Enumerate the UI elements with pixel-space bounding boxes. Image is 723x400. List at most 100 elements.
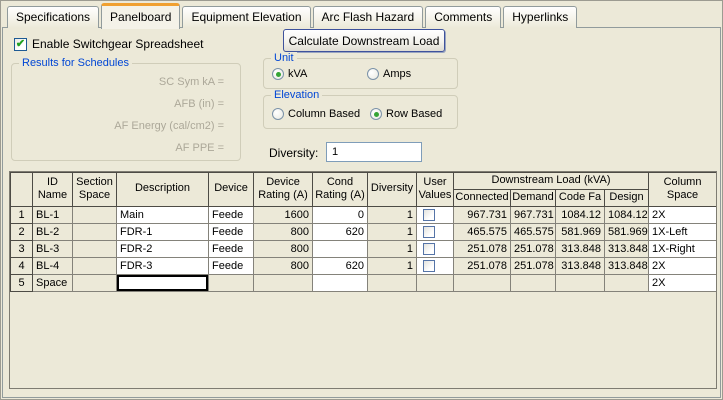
user-values-checkbox[interactable] [423, 260, 435, 272]
cell-column-space[interactable]: 2X [649, 257, 717, 274]
cell-connected: 251.078 [454, 240, 511, 257]
cell-user-values[interactable] [417, 257, 454, 274]
cell-diversity[interactable]: 1 [368, 206, 417, 223]
radio-amps-label: Amps [383, 68, 411, 80]
cell-id-name[interactable]: BL-2 [33, 223, 73, 240]
header-device-rating: Device Rating (A) [254, 173, 313, 207]
cell-column-space[interactable]: 2X [649, 274, 717, 291]
af-ppe-label: AF PPE = [175, 142, 224, 154]
cell-user-values[interactable] [417, 240, 454, 257]
results-for-schedules-group: Results for Schedules SC Sym kA = AFB (i… [11, 63, 241, 161]
cell-device[interactable]: Feede [209, 240, 254, 257]
cell-user-values[interactable] [417, 206, 454, 223]
radio-amps[interactable]: Amps [367, 68, 411, 80]
cell-description[interactable]: FDR-2 [117, 240, 209, 257]
cell-device[interactable]: Feede [209, 257, 254, 274]
user-values-checkbox[interactable] [423, 209, 435, 221]
row-number-button[interactable]: 3 [11, 240, 33, 257]
cell-diversity[interactable] [368, 274, 417, 291]
header-id-name: ID Name [33, 173, 73, 207]
tab-arc-flash-hazard[interactable]: Arc Flash Hazard [313, 6, 424, 28]
radio-row-based-label: Row Based [386, 108, 442, 120]
cell-id-name[interactable]: Space [33, 274, 73, 291]
elevation-group: Elevation Column Based Row Based [263, 95, 458, 129]
cell-cond-rating[interactable]: 0 [313, 206, 368, 223]
cell-device[interactable] [209, 274, 254, 291]
cell-cond-rating[interactable]: 620 [313, 223, 368, 240]
cell-description[interactable]: FDR-1 [117, 223, 209, 240]
cell-device-rating[interactable]: 800 [254, 257, 313, 274]
tab-equipment-elevation[interactable]: Equipment Elevation [182, 6, 310, 28]
cell-section-space[interactable] [73, 274, 117, 291]
cell-diversity[interactable]: 1 [368, 223, 417, 240]
cell-column-space[interactable]: 1X-Right [649, 240, 717, 257]
header-design: Design [605, 189, 649, 206]
checkbox-box[interactable]: ✔ [14, 38, 27, 51]
cell-device[interactable]: Feede [209, 206, 254, 223]
header-code-fa: Code Fa [556, 189, 605, 206]
cell-device-rating[interactable]: 800 [254, 240, 313, 257]
user-values-checkbox[interactable] [423, 226, 435, 238]
tab-specifications[interactable]: Specifications [7, 6, 99, 28]
cell-section-space[interactable] [73, 206, 117, 223]
cell-section-space[interactable] [73, 257, 117, 274]
row-number-button[interactable]: 5 [11, 274, 33, 291]
tab-hyperlinks[interactable]: Hyperlinks [503, 6, 577, 28]
cell-connected [454, 274, 511, 291]
tab-panelboard[interactable]: Panelboard [101, 3, 180, 29]
unit-group: Unit kVA Amps [263, 58, 458, 89]
radio-button-icon[interactable] [272, 108, 284, 120]
cell-description-selected[interactable] [117, 274, 209, 291]
header-device: Device [209, 173, 254, 207]
radio-button-icon[interactable] [370, 108, 382, 120]
radio-kva[interactable]: kVA [272, 68, 307, 80]
cell-diversity[interactable]: 1 [368, 240, 417, 257]
unit-group-title: Unit [271, 52, 297, 64]
radio-row-based[interactable]: Row Based [370, 108, 442, 120]
cell-id-name[interactable]: BL-3 [33, 240, 73, 257]
radio-column-based[interactable]: Column Based [272, 108, 360, 120]
cell-section-space[interactable] [73, 223, 117, 240]
row-number-button[interactable]: 4 [11, 257, 33, 274]
cell-design: 581.969 [605, 223, 649, 240]
cell-diversity[interactable]: 1 [368, 257, 417, 274]
cell-id-name[interactable]: BL-4 [33, 257, 73, 274]
radio-button-icon[interactable] [272, 68, 284, 80]
cell-user-values[interactable] [417, 274, 454, 291]
results-group-title: Results for Schedules [19, 57, 132, 69]
elevation-group-title: Elevation [271, 89, 322, 101]
cell-device-rating[interactable]: 1600 [254, 206, 313, 223]
cell-device-rating[interactable]: 800 [254, 223, 313, 240]
cell-cond-rating[interactable] [313, 274, 368, 291]
diversity-label: Diversity: [269, 146, 318, 160]
cell-cond-rating[interactable] [313, 240, 368, 257]
cell-description[interactable]: FDR-3 [117, 257, 209, 274]
cell-connected: 251.078 [454, 257, 511, 274]
cell-device-rating[interactable] [254, 274, 313, 291]
cell-section-space[interactable] [73, 240, 117, 257]
cell-device[interactable]: Feede [209, 223, 254, 240]
cell-demand [511, 274, 556, 291]
cell-description[interactable]: Main [117, 206, 209, 223]
check-icon: ✔ [16, 39, 25, 50]
row-number-button[interactable]: 1 [11, 206, 33, 223]
sc-sym-ka-label: SC Sym kA = [159, 76, 224, 88]
radio-kva-label: kVA [288, 68, 307, 80]
cell-id-name[interactable]: BL-1 [33, 206, 73, 223]
enable-switchgear-checkbox[interactable]: ✔ Enable Switchgear Spreadsheet [14, 37, 203, 51]
diversity-input[interactable] [326, 142, 422, 162]
user-values-checkbox[interactable] [423, 243, 435, 255]
cell-demand: 465.575 [511, 223, 556, 240]
cell-demand: 251.078 [511, 240, 556, 257]
radio-button-icon[interactable] [367, 68, 379, 80]
cell-cond-rating[interactable]: 620 [313, 257, 368, 274]
cell-column-space[interactable]: 1X-Left [649, 223, 717, 240]
cell-demand: 251.078 [511, 257, 556, 274]
tab-comments[interactable]: Comments [425, 6, 501, 28]
header-connected: Connected [454, 189, 511, 206]
row-number-button[interactable]: 2 [11, 223, 33, 240]
cell-code-fa: 313.848 [556, 257, 605, 274]
cell-column-space[interactable]: 2X [649, 206, 717, 223]
calculate-downstream-load-button[interactable]: Calculate Downstream Load [283, 29, 445, 52]
cell-user-values[interactable] [417, 223, 454, 240]
